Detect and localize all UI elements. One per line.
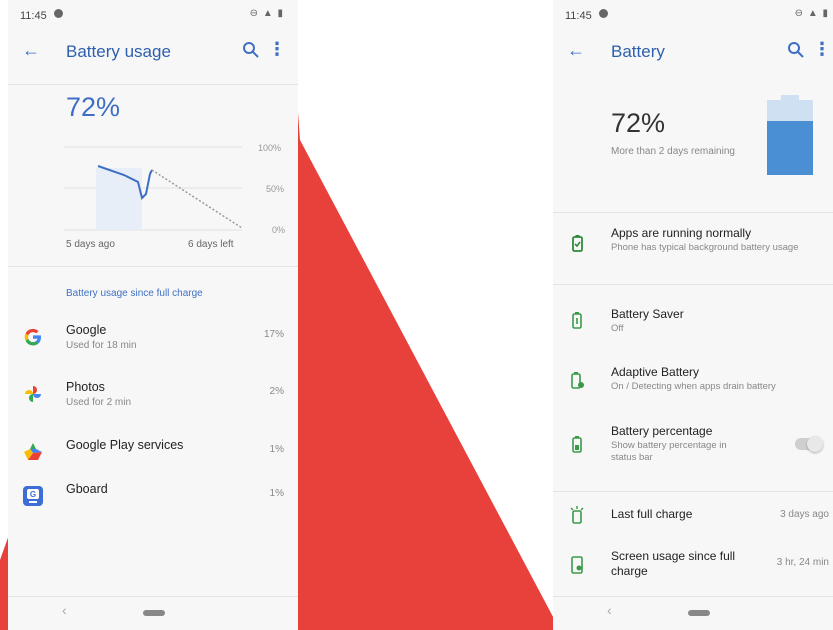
app-bar: ← Battery usage ⋮ — [8, 34, 298, 74]
nav-back-icon[interactable]: ‹ — [607, 602, 612, 618]
play-services-icon — [24, 443, 42, 460]
item-title: Battery Saver — [611, 307, 684, 321]
search-icon[interactable] — [787, 41, 805, 59]
stat-value: 3 days ago — [780, 509, 829, 520]
item-apps-running-normally[interactable]: Apps are running normally Phone has typi… — [553, 226, 833, 276]
battery-percentage-toggle[interactable] — [795, 436, 823, 452]
navigation-bar: ‹ — [8, 598, 298, 630]
google-icon — [24, 328, 41, 346]
item-title: Battery percentage — [611, 424, 713, 438]
stat-screen-usage: Screen usage since full charge 3 hr, 24 … — [553, 549, 833, 583]
item-subtitle: Off — [611, 323, 624, 334]
page-title: Battery — [611, 42, 665, 61]
notification-icon — [54, 9, 63, 18]
divider — [553, 284, 833, 285]
battery-remaining: More than 2 days remaining — [611, 146, 735, 157]
item-subtitle: On / Detecting when apps drain battery — [611, 381, 776, 392]
status-bar: 11:45 ⊖ ▲ ▮ — [553, 0, 833, 30]
stat-title: Screen usage since full charge — [611, 549, 736, 578]
app-bar: ← Battery ⋮ — [553, 34, 833, 74]
divider — [553, 596, 833, 597]
photos-pinwheel-icon — [25, 386, 41, 402]
status-time: 11:45 — [565, 10, 592, 22]
divider — [8, 596, 298, 597]
item-battery-saver[interactable]: Battery Saver Off — [553, 307, 833, 343]
back-arrow-icon[interactable]: ← — [22, 40, 40, 61]
item-adaptive-battery[interactable]: Adaptive Battery On / Detecting when app… — [553, 365, 833, 401]
stat-title: Last full charge — [611, 507, 693, 521]
adaptive-battery-icon — [571, 372, 584, 389]
list-item-google[interactable]: Google Used for 18 min 17% — [8, 321, 298, 365]
list-item-gboard[interactable]: G Gboard 1% — [8, 480, 298, 524]
item-subtitle: Show battery percentage in status bar — [611, 440, 727, 463]
divider — [8, 84, 298, 85]
app-name: Photos — [66, 380, 105, 394]
y-tick-label: 0% — [272, 225, 286, 235]
more-options-icon[interactable]: ⋮ — [813, 39, 831, 60]
screen-usage-icon — [571, 556, 583, 574]
battery-screen: 11:45 ⊖ ▲ ▮ ← Battery ⋮ 72% More than 2 … — [553, 0, 833, 630]
back-arrow-icon[interactable]: ← — [567, 40, 585, 61]
battery-check-icon — [572, 235, 583, 252]
battery-level: 72% — [611, 108, 666, 138]
battery-projection-line — [151, 169, 243, 229]
status-bar: 11:45 ⊖ ▲ ▮ — [8, 0, 298, 30]
status-icons: ⊖ ▲ ▮ — [794, 8, 829, 19]
app-usage: Used for 2 min — [66, 397, 132, 408]
battery-saver-icon — [572, 312, 582, 329]
app-percent: 2% — [269, 386, 284, 397]
charging-icon — [570, 506, 584, 524]
nav-back-icon[interactable]: ‹ — [62, 602, 67, 618]
battery-graphic-icon — [767, 95, 813, 175]
x-end-label: 6 days left — [188, 239, 234, 250]
battery-level: 72% — [66, 92, 121, 122]
item-title: Apps are running normally — [611, 226, 752, 240]
gboard-icon: G — [23, 486, 43, 506]
usage-area — [96, 168, 142, 230]
app-percent: 17% — [263, 329, 284, 340]
item-subtitle: Phone has typical background battery usa… — [611, 242, 799, 253]
divider — [8, 266, 298, 267]
app-percent: 1% — [269, 488, 284, 499]
stat-last-full-charge: Last full charge 3 days ago — [553, 505, 833, 529]
app-name: Gboard — [66, 482, 108, 496]
app-name: Google Play services — [66, 438, 184, 452]
status-icons: ⊖ ▲ ▮ — [249, 8, 284, 19]
item-battery-percentage[interactable]: Battery percentage Show battery percenta… — [553, 424, 833, 472]
y-tick-label: 50% — [266, 184, 285, 194]
divider — [553, 491, 833, 492]
notification-icon — [599, 9, 608, 18]
battery-fill — [767, 121, 813, 175]
battery-history-chart — [64, 146, 243, 231]
page-title: Battery usage — [66, 42, 171, 61]
nav-home-pill[interactable] — [688, 610, 710, 616]
section-title: Battery usage since full charge — [66, 288, 203, 299]
app-percent: 1% — [269, 444, 284, 455]
x-start-label: 5 days ago — [66, 239, 115, 250]
stat-value: 3 hr, 24 min — [776, 557, 829, 568]
list-item-play-services[interactable]: Google Play services 1% — [8, 436, 298, 480]
item-title: Adaptive Battery — [611, 365, 700, 379]
app-name: Google — [66, 323, 107, 337]
app-usage: Used for 18 min — [66, 340, 137, 351]
nav-home-pill[interactable] — [143, 610, 165, 616]
battery-usage-screen: 11:45 ⊖ ▲ ▮ ← Battery usage ⋮ 72% 100% 5… — [8, 0, 298, 630]
battery-percent-icon — [572, 436, 582, 453]
svg-text:G: G — [30, 490, 36, 499]
status-time: 11:45 — [20, 10, 47, 22]
navigation-bar: ‹ — [553, 598, 833, 630]
list-item-photos[interactable]: Photos Used for 2 min 2% — [8, 378, 298, 422]
search-icon[interactable] — [242, 41, 260, 59]
divider — [553, 212, 833, 213]
y-tick-label: 100% — [258, 143, 282, 153]
more-options-icon[interactable]: ⋮ — [268, 39, 286, 60]
